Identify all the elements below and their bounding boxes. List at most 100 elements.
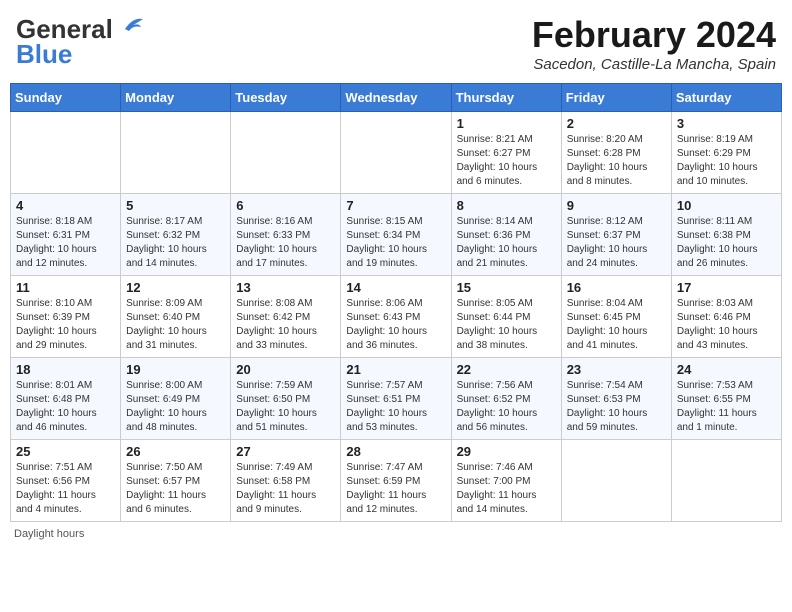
table-row: 18 Sunrise: 8:01 AM Sunset: 6:48 PM Dayli… xyxy=(11,358,121,440)
month-title: February 2024 xyxy=(532,14,776,56)
table-row: 13 Sunrise: 8:08 AM Sunset: 6:42 PM Dayli… xyxy=(231,276,341,358)
logo: General Blue xyxy=(16,14,143,70)
day-info: Sunrise: 8:16 AM Sunset: 6:33 PM Dayligh… xyxy=(236,215,335,271)
day-info: Sunrise: 7:46 AM Sunset: 7:00 PM Dayligh… xyxy=(457,461,556,517)
day-info: Sunrise: 8:09 AM Sunset: 6:40 PM Dayligh… xyxy=(126,297,225,353)
logo-bird-icon xyxy=(115,15,143,37)
table-row: 10Sunrise: 8:11 AM Sunset: 6:38 PM Dayli… xyxy=(671,194,781,276)
day-info: Sunrise: 8:11 AM Sunset: 6:38 PM Dayligh… xyxy=(677,215,776,271)
table-row: 6 Sunrise: 8:16 AM Sunset: 6:33 PM Daylig… xyxy=(231,194,341,276)
logo-blue: Blue xyxy=(16,39,72,70)
day-number: 17 xyxy=(677,280,776,295)
day-info: Sunrise: 7:50 AM Sunset: 6:57 PM Dayligh… xyxy=(126,461,225,517)
day-number: 11 xyxy=(16,280,115,295)
day-info: Sunrise: 8:21 AM Sunset: 6:27 PM Dayligh… xyxy=(457,133,556,189)
day-info: Sunrise: 7:47 AM Sunset: 6:59 PM Dayligh… xyxy=(346,461,445,517)
calendar-week-row: 1Sunrise: 8:21 AM Sunset: 6:27 PM Daylig… xyxy=(11,112,782,194)
day-number: 8 xyxy=(457,198,556,213)
table-row xyxy=(121,112,231,194)
day-info: Sunrise: 8:12 AM Sunset: 6:37 PM Dayligh… xyxy=(567,215,666,271)
day-number: 9 xyxy=(567,198,666,213)
day-number: 4 xyxy=(16,198,115,213)
day-number: 5 xyxy=(126,198,225,213)
day-number: 15 xyxy=(457,280,556,295)
day-number: 25 xyxy=(16,444,115,459)
col-tuesday: Tuesday xyxy=(231,84,341,112)
table-row: 2Sunrise: 8:20 AM Sunset: 6:28 PM Daylig… xyxy=(561,112,671,194)
page-header: General Blue February 2024 Sacedon, Cast… xyxy=(10,10,782,77)
table-row: 12 Sunrise: 8:09 AM Sunset: 6:40 PM Dayli… xyxy=(121,276,231,358)
table-row: 14Sunrise: 8:06 AM Sunset: 6:43 PM Dayli… xyxy=(341,276,451,358)
calendar-week-row: 25 Sunrise: 7:51 AM Sunset: 6:56 PM Dayli… xyxy=(11,440,782,522)
col-thursday: Thursday xyxy=(451,84,561,112)
col-monday: Monday xyxy=(121,84,231,112)
day-info: Sunrise: 7:49 AM Sunset: 6:58 PM Dayligh… xyxy=(236,461,335,517)
day-number: 18 xyxy=(16,362,115,377)
day-info: Sunrise: 8:15 AM Sunset: 6:34 PM Dayligh… xyxy=(346,215,445,271)
day-info: Sunrise: 7:54 AM Sunset: 6:53 PM Dayligh… xyxy=(567,379,666,435)
day-number: 16 xyxy=(567,280,666,295)
day-number: 6 xyxy=(236,198,335,213)
calendar-week-row: 4 Sunrise: 8:18 AM Sunset: 6:31 PM Daylig… xyxy=(11,194,782,276)
title-area: February 2024 Sacedon, Castille-La Manch… xyxy=(532,14,776,73)
day-info: Sunrise: 8:01 AM Sunset: 6:48 PM Dayligh… xyxy=(16,379,115,435)
calendar-week-row: 11 Sunrise: 8:10 AM Sunset: 6:39 PM Dayli… xyxy=(11,276,782,358)
calendar-week-row: 18 Sunrise: 8:01 AM Sunset: 6:48 PM Dayli… xyxy=(11,358,782,440)
day-number: 28 xyxy=(346,444,445,459)
table-row: 9 Sunrise: 8:12 AM Sunset: 6:37 PM Daylig… xyxy=(561,194,671,276)
table-row xyxy=(341,112,451,194)
daylight-note: Daylight hours xyxy=(14,528,84,540)
day-info: Sunrise: 8:05 AM Sunset: 6:44 PM Dayligh… xyxy=(457,297,556,353)
day-info: Sunrise: 7:56 AM Sunset: 6:52 PM Dayligh… xyxy=(457,379,556,435)
day-number: 20 xyxy=(236,362,335,377)
location: Sacedon, Castille-La Mancha, Spain xyxy=(532,56,776,73)
day-info: Sunrise: 8:00 AM Sunset: 6:49 PM Dayligh… xyxy=(126,379,225,435)
day-info: Sunrise: 8:18 AM Sunset: 6:31 PM Dayligh… xyxy=(16,215,115,271)
table-row: 25 Sunrise: 7:51 AM Sunset: 6:56 PM Dayli… xyxy=(11,440,121,522)
table-row xyxy=(231,112,341,194)
calendar-table: Sunday Monday Tuesday Wednesday Thursday… xyxy=(10,83,782,522)
day-info: Sunrise: 8:08 AM Sunset: 6:42 PM Dayligh… xyxy=(236,297,335,353)
day-number: 19 xyxy=(126,362,225,377)
footer-note: Daylight hours xyxy=(10,528,782,540)
day-info: Sunrise: 7:57 AM Sunset: 6:51 PM Dayligh… xyxy=(346,379,445,435)
col-friday: Friday xyxy=(561,84,671,112)
day-info: Sunrise: 8:19 AM Sunset: 6:29 PM Dayligh… xyxy=(677,133,776,189)
table-row: 3 Sunrise: 8:19 AM Sunset: 6:29 PM Daylig… xyxy=(671,112,781,194)
table-row: 7Sunrise: 8:15 AM Sunset: 6:34 PM Daylig… xyxy=(341,194,451,276)
day-info: Sunrise: 8:17 AM Sunset: 6:32 PM Dayligh… xyxy=(126,215,225,271)
day-number: 27 xyxy=(236,444,335,459)
table-row: 5 Sunrise: 8:17 AM Sunset: 6:32 PM Daylig… xyxy=(121,194,231,276)
day-info: Sunrise: 8:10 AM Sunset: 6:39 PM Dayligh… xyxy=(16,297,115,353)
table-row: 1Sunrise: 8:21 AM Sunset: 6:27 PM Daylig… xyxy=(451,112,561,194)
table-row: 17 Sunrise: 8:03 AM Sunset: 6:46 PM Dayli… xyxy=(671,276,781,358)
table-row: 16Sunrise: 8:04 AM Sunset: 6:45 PM Dayli… xyxy=(561,276,671,358)
day-number: 13 xyxy=(236,280,335,295)
col-saturday: Saturday xyxy=(671,84,781,112)
day-number: 3 xyxy=(677,116,776,131)
table-row xyxy=(11,112,121,194)
day-number: 22 xyxy=(457,362,556,377)
table-row: 29 Sunrise: 7:46 AM Sunset: 7:00 PM Dayli… xyxy=(451,440,561,522)
day-number: 14 xyxy=(346,280,445,295)
table-row xyxy=(671,440,781,522)
calendar-header-row: Sunday Monday Tuesday Wednesday Thursday… xyxy=(11,84,782,112)
day-number: 12 xyxy=(126,280,225,295)
table-row: 11 Sunrise: 8:10 AM Sunset: 6:39 PM Dayli… xyxy=(11,276,121,358)
table-row: 24Sunrise: 7:53 AM Sunset: 6:55 PM Dayli… xyxy=(671,358,781,440)
day-info: Sunrise: 8:20 AM Sunset: 6:28 PM Dayligh… xyxy=(567,133,666,189)
day-info: Sunrise: 7:51 AM Sunset: 6:56 PM Dayligh… xyxy=(16,461,115,517)
table-row: 21 Sunrise: 7:57 AM Sunset: 6:51 PM Dayli… xyxy=(341,358,451,440)
day-number: 23 xyxy=(567,362,666,377)
table-row xyxy=(561,440,671,522)
table-row: 4 Sunrise: 8:18 AM Sunset: 6:31 PM Daylig… xyxy=(11,194,121,276)
day-info: Sunrise: 7:53 AM Sunset: 6:55 PM Dayligh… xyxy=(677,379,776,435)
table-row: 26Sunrise: 7:50 AM Sunset: 6:57 PM Dayli… xyxy=(121,440,231,522)
day-number: 29 xyxy=(457,444,556,459)
table-row: 15 Sunrise: 8:05 AM Sunset: 6:44 PM Dayli… xyxy=(451,276,561,358)
day-info: Sunrise: 8:03 AM Sunset: 6:46 PM Dayligh… xyxy=(677,297,776,353)
day-number: 21 xyxy=(346,362,445,377)
table-row: 19 Sunrise: 8:00 AM Sunset: 6:49 PM Dayli… xyxy=(121,358,231,440)
table-row: 28 Sunrise: 7:47 AM Sunset: 6:59 PM Dayli… xyxy=(341,440,451,522)
calendar-body: 1Sunrise: 8:21 AM Sunset: 6:27 PM Daylig… xyxy=(11,112,782,522)
